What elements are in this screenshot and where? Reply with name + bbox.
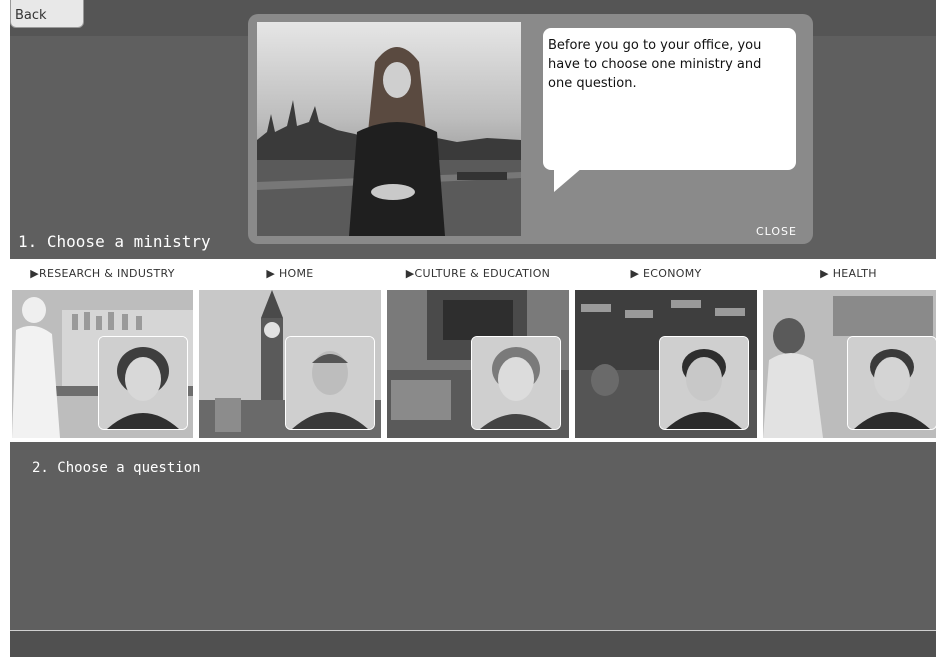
back-button[interactable]: Back	[10, 0, 84, 28]
ministry-research-industry[interactable]: ▶RESEARCH & INDUSTRY	[10, 259, 195, 442]
ministry-photo	[575, 290, 757, 438]
close-button[interactable]: CLOSE	[756, 225, 797, 238]
minister-portrait	[659, 336, 749, 430]
presenter-video	[257, 22, 521, 236]
ministry-label: ▶RESEARCH & INDUSTRY	[30, 267, 175, 280]
ministry-label: ▶ HEALTH	[820, 267, 877, 280]
minister-portrait	[471, 336, 561, 430]
ministry-label: ▶ HOME	[266, 267, 314, 280]
minister-portrait	[847, 336, 936, 430]
ministry-economy[interactable]: ▶ ECONOMY	[573, 259, 759, 442]
ministry-label: ▶CULTURE & EDUCATION	[405, 267, 551, 280]
ministry-home[interactable]: ▶ HOME	[197, 259, 383, 442]
ministry-health[interactable]: ▶ HEALTH	[761, 259, 936, 442]
minister-face-image	[660, 337, 748, 429]
ministry-photo	[387, 290, 569, 438]
ministry-photo	[12, 290, 193, 438]
speech-bubble-tail	[554, 168, 582, 192]
ministry-photo	[763, 290, 936, 438]
intro-dialog: Before you go to your office, you have t…	[248, 14, 813, 244]
minister-portrait	[285, 336, 375, 430]
choose-question-title: 2. Choose a question	[32, 460, 201, 476]
minister-portrait	[98, 336, 188, 430]
ministry-label: ▶ ECONOMY	[630, 267, 702, 280]
bottom-bar	[10, 630, 936, 657]
presenter-scene-image	[257, 22, 521, 236]
minister-face-image	[848, 337, 936, 429]
ministry-photo	[199, 290, 381, 438]
minister-face-image	[286, 337, 374, 429]
choose-ministry-title: 1. Choose a ministry	[18, 232, 211, 251]
minister-face-image	[99, 337, 187, 429]
ministry-list: ▶RESEARCH & INDUSTRY ▶ HOME ▶CULTURE & E…	[10, 259, 936, 442]
dialog-message: Before you go to your office, you have t…	[543, 28, 796, 170]
minister-face-image	[472, 337, 560, 429]
game-stage: Back Before you go to your office, you h…	[10, 0, 936, 657]
ministry-culture-education[interactable]: ▶CULTURE & EDUCATION	[385, 259, 571, 442]
